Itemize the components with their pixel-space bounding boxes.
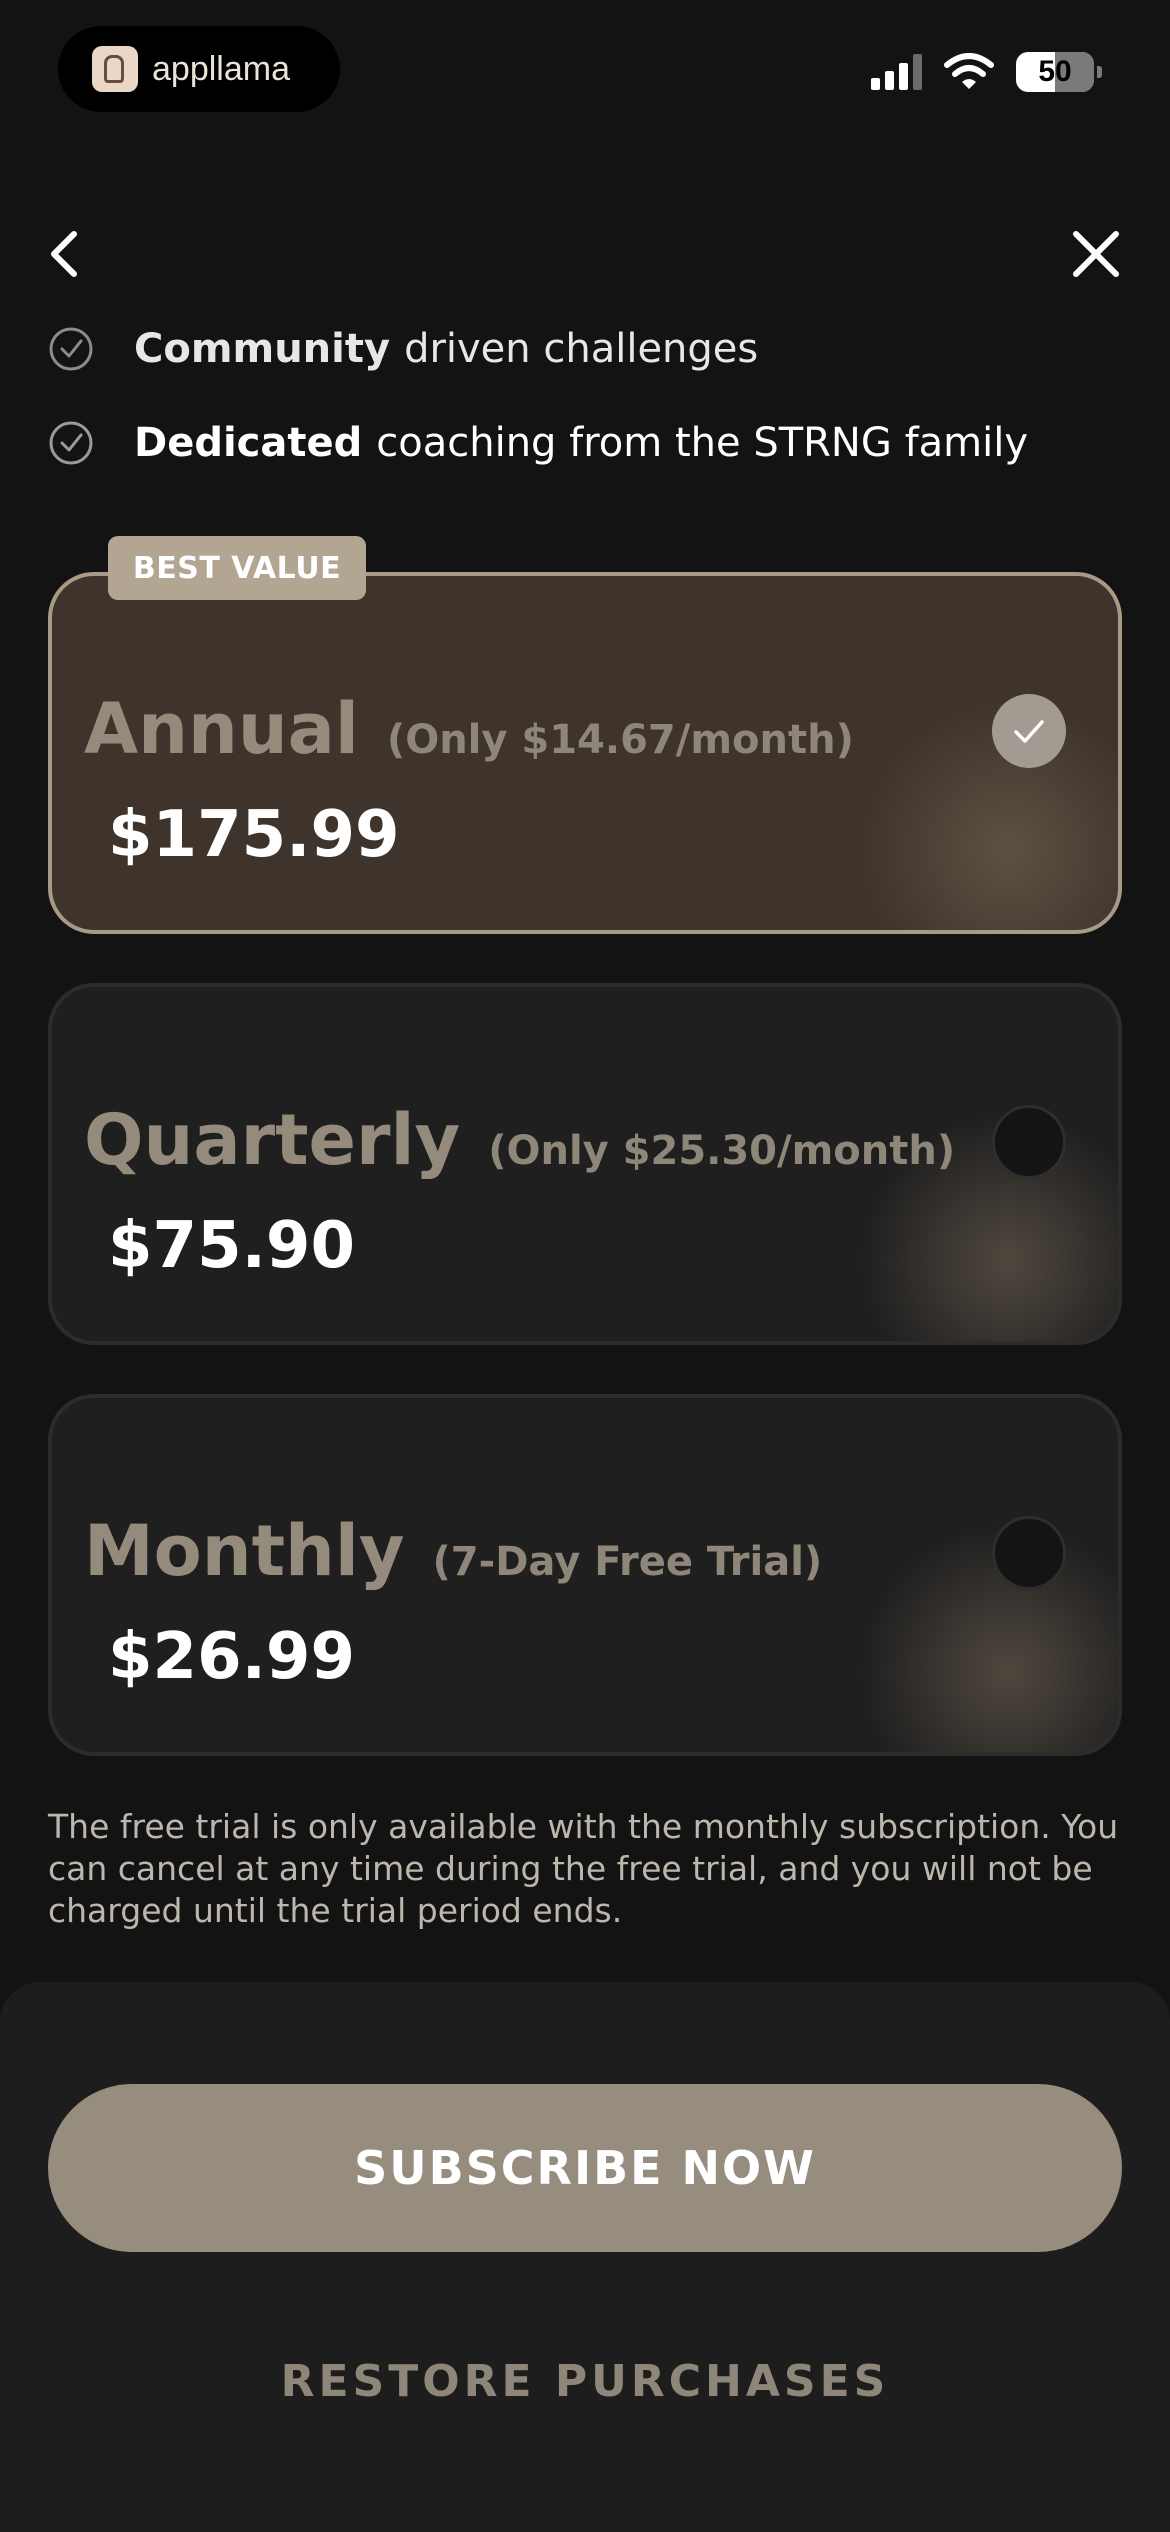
app-indicator-pill: appllama [58,26,340,112]
plan-card-monthly[interactable]: Monthly (7-Day Free Trial) $26.99 [48,1394,1122,1756]
status-icons: 50 [871,52,1102,92]
feature-text: driven challenges [404,326,759,372]
plan-radio-selected[interactable] [992,694,1066,768]
feature-item: Community driven challenges [48,326,758,372]
close-icon [1073,231,1119,277]
plan-price: $175.99 [108,798,400,872]
feature-bold: Dedicated [134,420,363,466]
best-value-badge: BEST VALUE [108,536,366,600]
plan-card-quarterly[interactable]: Quarterly (Only $25.30/month) $75.90 [48,983,1122,1345]
feature-bold: Community [134,326,391,372]
app-brand-label: appllama [152,49,290,88]
back-button[interactable] [34,222,98,286]
chevron-left-icon [51,231,77,277]
plan-name: Quarterly [84,1099,461,1181]
plan-card-annual[interactable]: Annual (Only $14.67/month) $175.99 [48,572,1122,934]
paywall-screen: appllama 50 Community driven challenges … [0,0,1170,2532]
trial-disclaimer: The free trial is only available with th… [48,1807,1119,1930]
feature-text: coaching from the STRNG family [376,420,1029,466]
plan-note: (Only $25.30/month) [488,1128,956,1174]
battery-icon: 50 [1016,52,1102,92]
check-circle-icon [49,421,93,465]
plan-radio[interactable] [992,1516,1066,1590]
subscribe-button[interactable]: SUBSCRIBE NOW [48,2084,1122,2252]
plan-radio[interactable] [992,1105,1066,1179]
battery-level: 50 [1038,55,1072,88]
llama-logo-icon [92,46,138,92]
plan-note: (Only $14.67/month) [386,717,854,763]
check-circle-icon [49,327,93,371]
checkmark-icon [1014,720,1044,743]
plan-note: (7-Day Free Trial) [432,1539,823,1585]
plan-price: $26.99 [108,1620,355,1694]
feature-item: Dedicated coaching from the STRNG family [48,420,1028,466]
cellular-signal-icon [871,54,922,90]
plan-price: $75.90 [108,1209,355,1283]
wifi-icon [944,53,994,89]
close-button[interactable] [1064,222,1128,286]
bottom-action-sheet [0,1982,1170,2532]
restore-purchases-button[interactable]: RESTORE PURCHASES [0,2356,1170,2407]
plan-name: Monthly [84,1510,405,1592]
plan-name: Annual [84,688,359,770]
